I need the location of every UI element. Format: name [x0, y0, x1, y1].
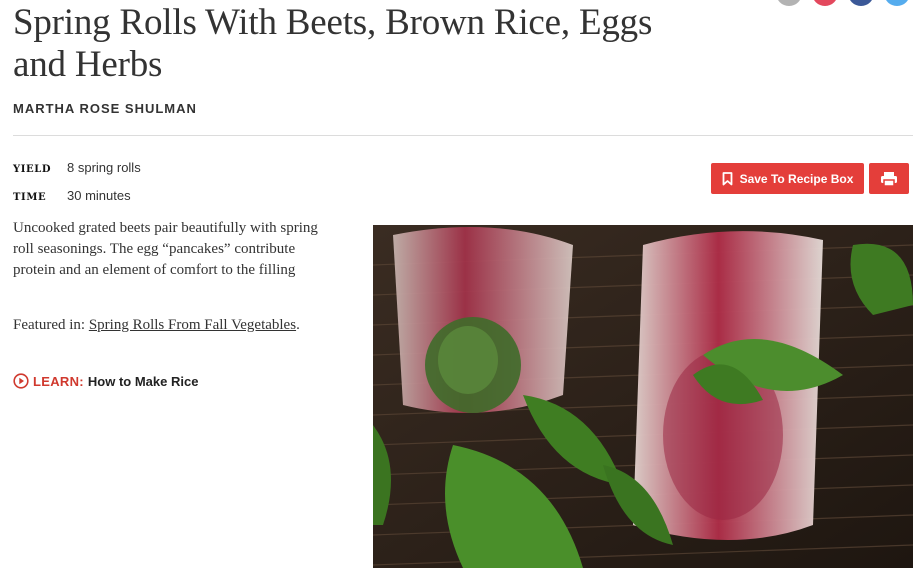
time-row: TIME 30 minutes — [13, 188, 141, 216]
play-circle-icon — [13, 373, 29, 389]
learn-link[interactable]: LEARN: How to Make Rice — [13, 373, 198, 389]
save-button-label: Save To Recipe Box — [739, 171, 854, 186]
yield-value: 8 spring rolls — [67, 160, 141, 175]
yield-label: YIELD — [13, 164, 52, 175]
featured-in: Featured in: Spring Rolls From Fall Vege… — [13, 315, 333, 336]
learn-kicker: LEARN: — [33, 373, 84, 389]
share-buttons — [776, 0, 910, 6]
featured-article-link[interactable]: Spring Rolls From Fall Vegetables — [89, 317, 296, 333]
time-label: TIME — [13, 192, 47, 203]
email-share-icon[interactable] — [776, 0, 802, 6]
divider — [13, 135, 913, 136]
recipe-description: Uncooked grated beets pair beautifully w… — [13, 220, 318, 278]
twitter-share-icon[interactable] — [884, 0, 910, 6]
bookmark-icon — [722, 171, 732, 185]
author-byline[interactable]: MARTHA ROSE SHULMAN — [13, 101, 197, 116]
print-button[interactable] — [869, 163, 909, 194]
featured-prefix: Featured in: — [13, 317, 86, 333]
yield-row: YIELD 8 spring rolls — [13, 160, 141, 188]
printer-icon — [881, 171, 897, 187]
save-to-recipe-box-button[interactable]: Save To Recipe Box — [711, 163, 864, 194]
pinterest-share-icon[interactable] — [812, 0, 838, 6]
how-to-make-rice-link[interactable]: How to Make Rice — [88, 374, 199, 389]
recipe-photo — [373, 225, 913, 568]
facebook-share-icon[interactable] — [848, 0, 874, 6]
recipe-title: Spring Rolls With Beets, Brown Rice, Egg… — [13, 2, 653, 85]
recipe-meta: YIELD 8 spring rolls TIME 30 minutes — [13, 160, 141, 216]
time-value: 30 minutes — [67, 188, 131, 203]
featured-suffix: . — [296, 317, 300, 333]
